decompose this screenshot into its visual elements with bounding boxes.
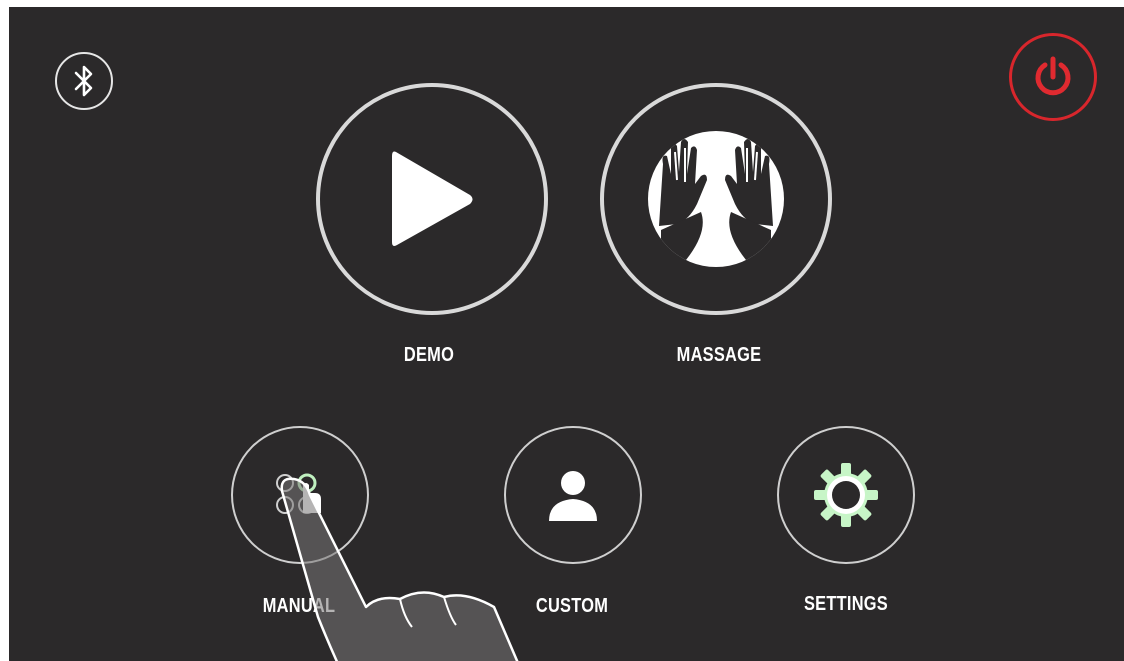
- manual-label: MANUAL: [262, 595, 336, 617]
- custom-label: CUSTOM: [535, 595, 609, 617]
- power-button[interactable]: [1009, 33, 1097, 121]
- gear-icon: [814, 463, 878, 527]
- play-icon: [392, 151, 473, 246]
- custom-button[interactable]: [504, 426, 642, 564]
- massage-hands-icon: [648, 131, 784, 267]
- demo-button[interactable]: [316, 83, 548, 315]
- power-icon: [1035, 56, 1071, 96]
- massage-button[interactable]: [600, 83, 832, 315]
- manual-button[interactable]: [231, 426, 369, 564]
- demo-label: DEMO: [403, 344, 455, 366]
- bluetooth-button[interactable]: [55, 52, 113, 110]
- settings-button[interactable]: [777, 426, 915, 564]
- massage-label: MASSAGE: [676, 344, 762, 366]
- settings-label: SETTINGS: [804, 593, 888, 615]
- user-icon: [549, 471, 597, 521]
- home-screen: DEMO MASSAGE MANUAL CUSTOM SETTINGS: [9, 7, 1124, 661]
- bluetooth-icon: [74, 65, 93, 97]
- manual-touch-icon: [276, 473, 321, 514]
